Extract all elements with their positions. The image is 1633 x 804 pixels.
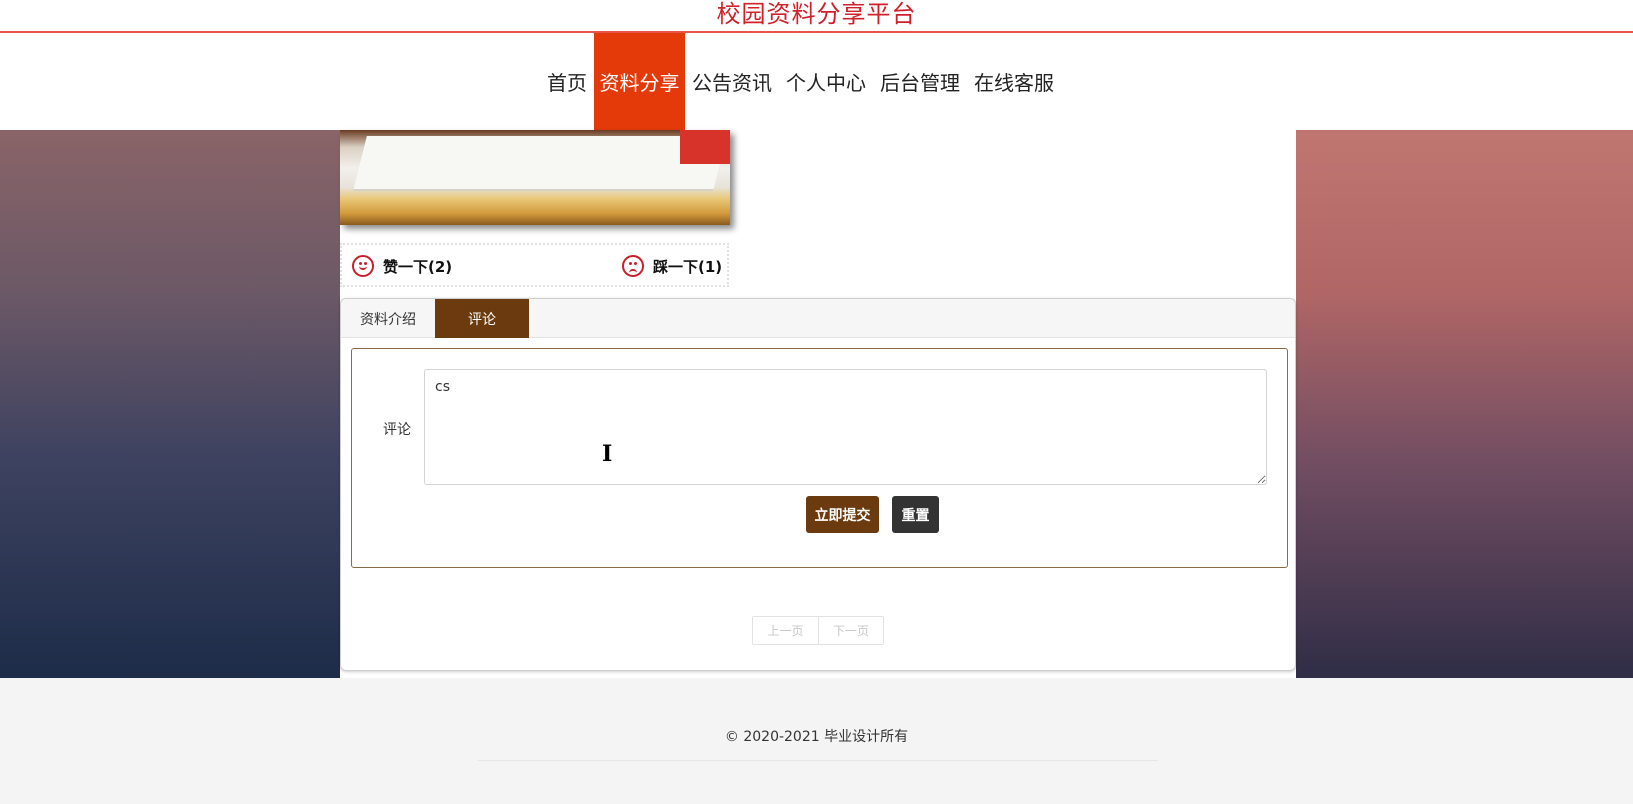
copyright-text: © 2020-2021 毕业设计所有 bbox=[724, 729, 909, 745]
resource-cover-image bbox=[340, 130, 730, 225]
reset-button[interactable]: 重置 bbox=[892, 496, 939, 533]
like-label: 赞一下(2) bbox=[383, 257, 453, 276]
cover-red-shape bbox=[680, 130, 730, 164]
dislike-label: 踩一下(1) bbox=[653, 257, 723, 276]
comment-textarea[interactable] bbox=[424, 369, 1267, 485]
like-button[interactable]: 赞一下(2) bbox=[352, 255, 452, 277]
text-cursor-icon: I bbox=[602, 441, 613, 467]
tab-comments[interactable]: 评论 bbox=[435, 299, 529, 338]
pagination: 上一页 下一页 bbox=[752, 616, 884, 645]
background-left bbox=[0, 130, 340, 678]
prev-page-button[interactable]: 上一页 bbox=[753, 617, 818, 644]
site-title: 校园资料分享平台 bbox=[716, 0, 917, 28]
nav-item-online-support[interactable]: 在线客服 bbox=[967, 33, 1061, 130]
tab-panel: 资料介绍 评论 评论 I 立即提交 重置 上一页 下一页 bbox=[340, 298, 1296, 671]
nav-item-home[interactable]: 首页 bbox=[540, 33, 594, 130]
nav-list: 首页 资料分享 公告资讯 个人中心 后台管理 在线客服 bbox=[540, 33, 1061, 130]
dislike-button[interactable]: 踩一下(1) bbox=[622, 255, 722, 277]
tab-header: 资料介绍 评论 bbox=[341, 299, 1295, 338]
site-header: 校园资料分享平台 bbox=[0, 0, 1633, 33]
smile-icon bbox=[352, 255, 374, 277]
next-page-button[interactable]: 下一页 bbox=[818, 617, 883, 644]
comment-label: 评论 bbox=[383, 422, 411, 438]
cover-paper-shape bbox=[353, 136, 727, 191]
background-right bbox=[1296, 130, 1633, 678]
main-content: 赞一下(2) 踩一下(1) 资料介绍 评论 评论 I 立即提交 重置 上一页 下… bbox=[340, 130, 1296, 678]
footer-divider bbox=[478, 760, 1158, 761]
footer: © 2020-2021 毕业设计所有 bbox=[0, 690, 1633, 804]
comment-form: 评论 I 立即提交 重置 bbox=[351, 348, 1288, 568]
nav-item-admin[interactable]: 后台管理 bbox=[873, 33, 967, 130]
vote-box: 赞一下(2) 踩一下(1) bbox=[340, 243, 729, 287]
nav-item-personal-center[interactable]: 个人中心 bbox=[779, 33, 873, 130]
nav-item-announcements[interactable]: 公告资讯 bbox=[685, 33, 779, 130]
main-nav: 首页 资料分享 公告资讯 个人中心 后台管理 在线客服 bbox=[0, 33, 1633, 130]
frown-icon bbox=[622, 255, 644, 277]
tab-resource-intro[interactable]: 资料介绍 bbox=[341, 299, 435, 338]
submit-button[interactable]: 立即提交 bbox=[806, 496, 879, 533]
nav-item-resource-share[interactable]: 资料分享 bbox=[594, 33, 685, 130]
